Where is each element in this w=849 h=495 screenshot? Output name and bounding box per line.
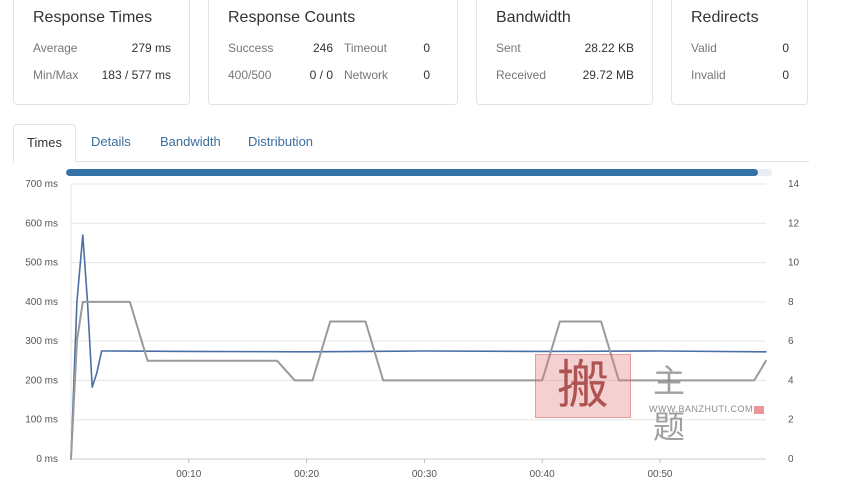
series-line-response-time	[70, 234, 767, 460]
x-tick-label: 00:10	[176, 469, 201, 480]
network-value: 0	[423, 68, 430, 82]
y-left-tick-label: 300 ms	[25, 336, 58, 347]
y-left-tick-label: 500 ms	[25, 258, 58, 269]
tab-times[interactable]: Times	[13, 124, 76, 163]
y-left-tick-label: 600 ms	[25, 218, 58, 229]
y-axis-right: 0 2 4 6 8 10 12 14	[788, 179, 800, 465]
sent-label: Sent	[496, 41, 521, 55]
success-value: 246	[312, 41, 333, 55]
network-label: Network	[344, 68, 389, 82]
valid-label: Valid	[691, 41, 717, 55]
sent-value: 28.22 KB	[584, 41, 634, 55]
x-tick-label: 00:30	[412, 469, 437, 480]
response-times-card: Response Times Average 279 ms Min/Max 18…	[13, 0, 190, 105]
y-right-tick-label: 12	[788, 218, 800, 229]
timeout-value: 0	[423, 41, 430, 55]
status-error-value: 0 / 0	[309, 68, 333, 82]
progress-bar	[66, 169, 772, 176]
bandwidth-card: Bandwidth Sent 28.22 KB Received 29.72 M…	[476, 0, 653, 105]
y-right-tick-label: 10	[788, 258, 800, 269]
summary-cards: Response Times Average 279 ms Min/Max 18…	[0, 0, 849, 110]
average-label: Average	[33, 41, 78, 55]
x-tick-label: 00:20	[294, 469, 319, 480]
x-tick-label: 00:40	[530, 469, 555, 480]
tab-distribution[interactable]: Distribution	[248, 124, 313, 162]
valid-value: 0	[782, 41, 789, 55]
chart-series	[70, 234, 767, 460]
received-label: Received	[496, 68, 547, 82]
y-left-tick-label: 0 ms	[36, 454, 58, 465]
y-left-tick-label: 100 ms	[25, 415, 58, 426]
success-label: Success	[228, 41, 274, 55]
y-right-tick-label: 14	[788, 179, 800, 190]
invalid-label: Invalid	[691, 68, 726, 82]
card-title: Response Counts	[228, 9, 356, 26]
tab-details[interactable]: Details	[91, 124, 131, 162]
minmax-value: 183 / 577 ms	[101, 68, 171, 82]
progress-bar-fill	[66, 169, 758, 176]
y-right-tick-label: 6	[788, 336, 794, 347]
y-left-tick-label: 400 ms	[25, 297, 58, 308]
chart-tabs: Times Details Bandwidth Distribution	[13, 124, 809, 163]
response-times-chart: 0 ms 100 ms 200 ms 300 ms 400 ms 500 ms 600 ms…	[25, 179, 800, 480]
average-value: 279 ms	[131, 41, 171, 55]
redirects-card: Redirects Valid 0 Invalid 0	[671, 0, 808, 105]
x-axis: 00:10 00:20 00:30 00:40 00:50	[176, 459, 673, 480]
y-axis-left: 0 ms 100 ms 200 ms 300 ms 400 ms 500 ms 600 ms…	[25, 179, 58, 465]
tab-bandwidth[interactable]: Bandwidth	[160, 124, 221, 162]
status-error-label: 400/500	[228, 68, 272, 82]
y-right-tick-label: 2	[788, 415, 794, 426]
minmax-label: Min/Max	[33, 68, 79, 82]
card-title: Response Times	[33, 9, 153, 26]
invalid-value: 0	[782, 68, 789, 82]
y-right-tick-label: 0	[788, 454, 794, 465]
y-left-tick-label: 200 ms	[25, 375, 58, 386]
card-title: Redirects	[691, 9, 759, 26]
response-counts-card: Response Counts Success 246 Timeout 0 40…	[208, 0, 458, 105]
chart-grid	[70, 183, 766, 460]
y-right-tick-label: 8	[788, 297, 794, 308]
x-tick-label: 00:50	[647, 469, 672, 480]
y-left-tick-label: 700 ms	[25, 179, 58, 190]
timeout-label: Timeout	[344, 41, 387, 55]
received-value: 29.72 MB	[582, 68, 634, 82]
y-right-tick-label: 4	[788, 375, 794, 386]
card-title: Bandwidth	[496, 9, 571, 26]
